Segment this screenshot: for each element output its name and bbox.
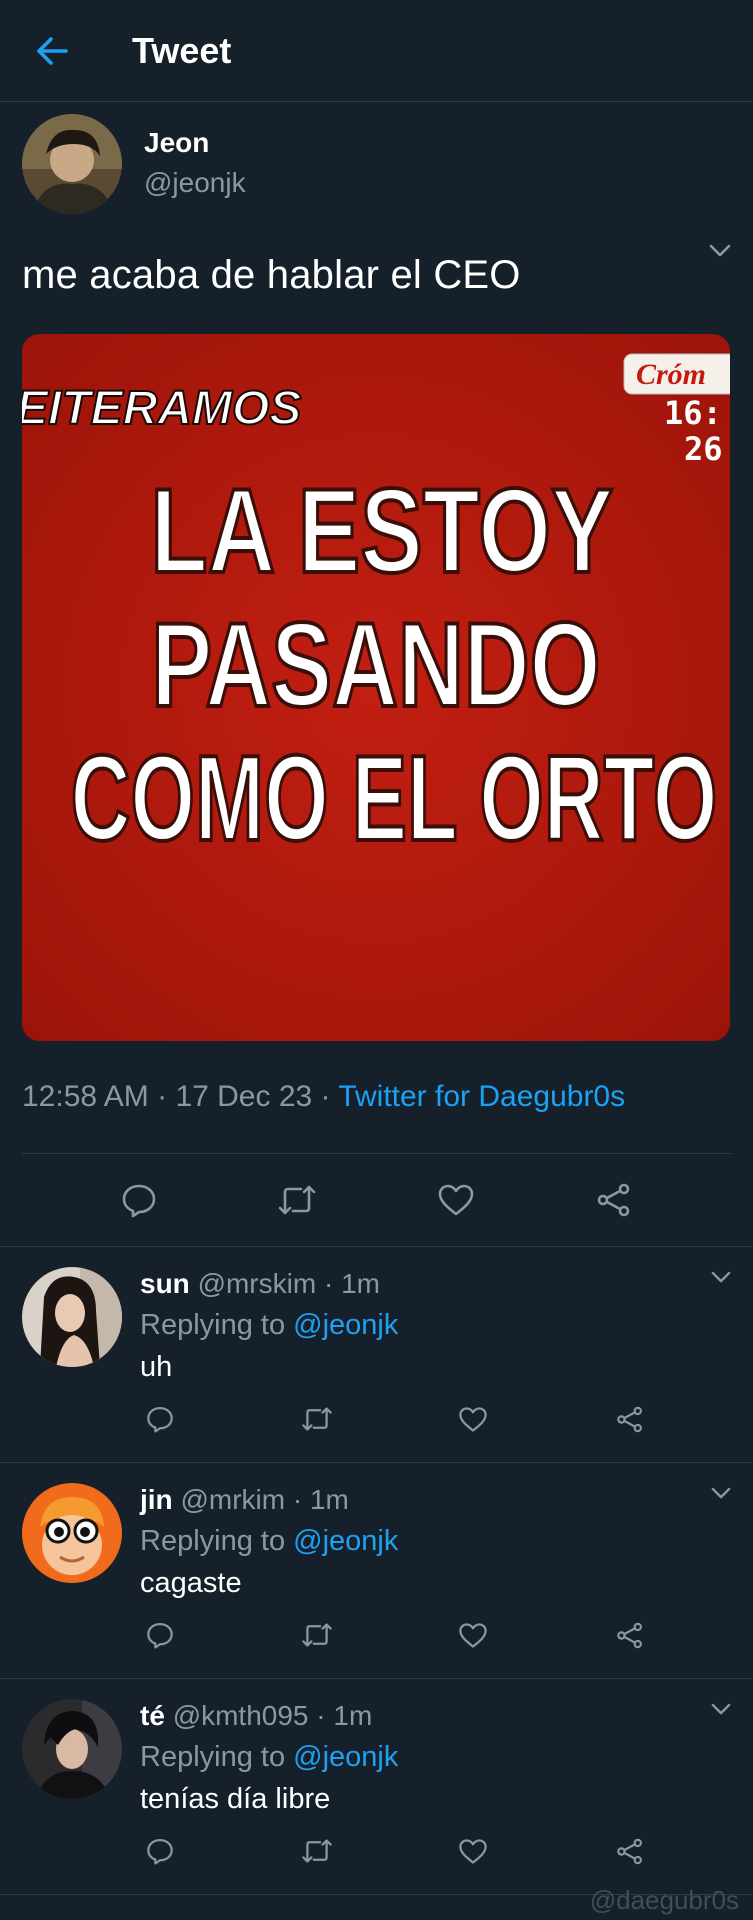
reply-more-button[interactable] (711, 1487, 731, 1505)
reply-actions (140, 1615, 650, 1655)
reply-button[interactable] (140, 1831, 180, 1871)
reply-item[interactable]: jin @mrkim · 1m Replying to @jeonjk caga… (0, 1463, 753, 1679)
arrow-left-icon (37, 36, 68, 65)
tweet-actions (22, 1154, 731, 1246)
author-handle[interactable]: @jeonjk (144, 164, 246, 202)
reply-time: 1m (333, 1700, 373, 1731)
share-button[interactable] (610, 1615, 650, 1655)
author-avatar[interactable] (22, 114, 122, 214)
meta-separator: · (312, 1080, 339, 1113)
chevron-down-icon (711, 1271, 731, 1283)
reply-text: uh (140, 1351, 173, 1383)
reply-text: tenías día libre (140, 1783, 331, 1815)
tweet-media-image[interactable]: EITERAMOS Cróm 16: 26 LA ESTOY PASANDO C… (22, 334, 730, 1041)
retweet-button[interactable] (297, 1831, 337, 1871)
share-icon (597, 1183, 630, 1217)
reply-more-button[interactable] (711, 1703, 731, 1721)
reply-dot: · (285, 1484, 310, 1515)
reply-author-handle[interactable]: @mrskim (198, 1268, 317, 1299)
retweet-icon (279, 1185, 316, 1215)
media-headline-line3: COMO EL ORTO (71, 731, 718, 867)
top-bar: Tweet (0, 0, 753, 102)
comment-icon (147, 1407, 173, 1433)
reply-dot: · (316, 1268, 342, 1299)
reply-button[interactable] (140, 1615, 180, 1655)
replying-to-label: Replying to (140, 1741, 294, 1773)
heart-icon (438, 1184, 473, 1216)
retweet-button[interactable] (297, 1615, 337, 1655)
media-brand-text: Cróm (636, 358, 706, 391)
tweet-date: 17 Dec 23 (175, 1080, 313, 1113)
like-button[interactable] (426, 1170, 486, 1230)
comment-icon (147, 1623, 173, 1649)
media-headline-line1: LA ESTOY (151, 464, 614, 598)
like-button[interactable] (453, 1615, 493, 1655)
like-button[interactable] (453, 1399, 493, 1439)
reply-item[interactable]: sun @mrskim · 1m Replying to @jeonjk uh (0, 1247, 753, 1463)
reply-more-button[interactable] (711, 1271, 731, 1289)
share-button[interactable] (584, 1170, 644, 1230)
replying-to-label: Replying to (140, 1525, 294, 1557)
share-icon (617, 1622, 642, 1648)
reply-author-handle[interactable]: @mrkim (180, 1484, 285, 1515)
watermark: @daegubr0s (589, 1885, 739, 1915)
tweet-meta: 12:58 AM · 17 Dec 23 · Twitter for Daegu… (22, 1075, 731, 1119)
media-clock-line1: 16: (664, 394, 722, 432)
reply-button[interactable] (109, 1170, 169, 1230)
share-button[interactable] (610, 1399, 650, 1439)
comment-icon (147, 1839, 173, 1865)
share-icon (617, 1838, 642, 1864)
heart-icon (459, 1406, 488, 1432)
share-icon (617, 1406, 642, 1432)
replying-to-mention[interactable]: @jeonjk (293, 1525, 398, 1557)
media-top-left-text: EITERAMOS (22, 382, 301, 435)
comment-icon (122, 1184, 156, 1218)
reply-avatar[interactable] (22, 1483, 122, 1583)
reply-author-handle[interactable]: @kmth095 (173, 1700, 309, 1731)
tweet-text: me acaba de hablar el CEO (22, 253, 521, 297)
media-headline-line2: PASANDO (151, 598, 600, 732)
reply-author-name[interactable]: jin (140, 1484, 173, 1515)
reply-actions (140, 1399, 650, 1439)
replying-to-mention[interactable]: @jeonjk (293, 1741, 398, 1773)
chevron-down-icon (711, 1703, 731, 1715)
reply-dot: · (308, 1700, 334, 1731)
reply-time: 1m (309, 1484, 349, 1515)
tweet-time: 12:58 AM (22, 1080, 149, 1113)
tweet-source-link[interactable]: Twitter for Daegubr0s (338, 1080, 625, 1113)
reply-actions (140, 1831, 650, 1871)
like-button[interactable] (453, 1831, 493, 1871)
replying-to-label: Replying to (140, 1309, 294, 1341)
reply-avatar[interactable] (22, 1699, 122, 1799)
more-options-button[interactable] (709, 244, 731, 263)
retweet-icon (301, 1623, 332, 1647)
replies-list: sun @mrskim · 1m Replying to @jeonjk uh (0, 1247, 753, 1895)
reply-text: cagaste (140, 1567, 242, 1599)
replying-to-mention[interactable]: @jeonjk (293, 1309, 398, 1341)
reply-avatar[interactable] (22, 1267, 122, 1367)
reply-item[interactable]: té @kmth095 · 1m Replying to @jeonjk ten… (0, 1679, 753, 1895)
page-title: Tweet (132, 29, 232, 71)
reply-author-name[interactable]: té (140, 1700, 165, 1731)
share-button[interactable] (610, 1831, 650, 1871)
retweet-icon (301, 1839, 332, 1863)
heart-icon (459, 1838, 488, 1864)
author-row: Jeon @jeonjk (22, 104, 731, 224)
chevron-down-icon (711, 1487, 731, 1499)
chevron-down-icon (709, 244, 731, 257)
retweet-button[interactable] (267, 1170, 327, 1230)
retweet-icon (301, 1407, 332, 1431)
reply-author-name[interactable]: sun (140, 1268, 190, 1299)
heart-icon (459, 1622, 488, 1648)
reply-button[interactable] (140, 1399, 180, 1439)
retweet-button[interactable] (297, 1399, 337, 1439)
reply-time: 1m (341, 1268, 380, 1299)
back-button[interactable] (0, 0, 104, 102)
meta-separator: · (148, 1080, 176, 1113)
media-clock-line2: 26 (684, 430, 723, 468)
author-name[interactable]: Jeon (144, 126, 246, 160)
main-tweet: Jeon @jeonjk me acaba de hablar el CEO E… (0, 104, 753, 1246)
